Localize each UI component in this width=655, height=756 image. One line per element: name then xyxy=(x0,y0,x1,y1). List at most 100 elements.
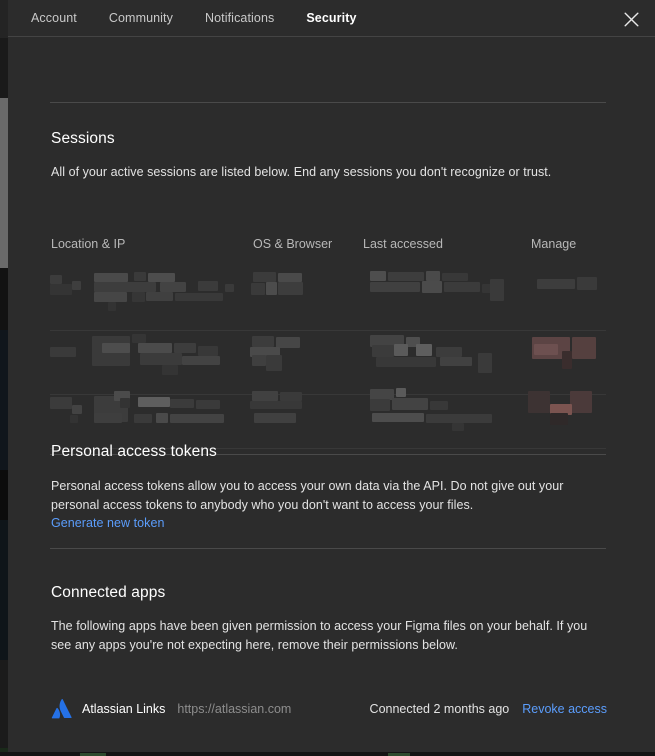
close-button[interactable] xyxy=(617,5,645,33)
redacted-os-browser xyxy=(278,282,303,295)
close-icon xyxy=(624,12,638,26)
redacted-os-browser xyxy=(252,391,278,401)
redacted-location-ip xyxy=(160,282,186,292)
redacted-location-ip xyxy=(225,284,234,292)
redacted-manage-action[interactable] xyxy=(562,351,572,369)
redacted-location-ip xyxy=(175,293,223,301)
redacted-location-ip xyxy=(182,356,220,365)
redacted-last-accessed xyxy=(370,282,420,292)
redacted-last-accessed xyxy=(452,423,464,431)
redacted-last-accessed xyxy=(370,271,386,281)
redacted-location-ip xyxy=(50,275,62,284)
generate-new-token-link[interactable]: Generate new token xyxy=(51,516,164,530)
connected-app-row: Atlassian Links https://atlassian.com Co… xyxy=(51,697,607,721)
redacted-location-ip xyxy=(132,292,145,302)
settings-content: Sessions All of your active sessions are… xyxy=(8,37,655,752)
redacted-os-browser xyxy=(266,282,277,295)
redacted-last-accessed xyxy=(370,399,390,411)
tab-community[interactable]: Community xyxy=(93,0,189,37)
redacted-manage-action[interactable] xyxy=(550,413,568,425)
redacted-last-accessed xyxy=(478,353,492,373)
redacted-location-ip xyxy=(72,281,81,290)
redacted-location-ip xyxy=(138,397,170,407)
redacted-manage-action[interactable] xyxy=(534,344,558,355)
settings-tab-bar: Account Community Notifications Security xyxy=(8,0,655,37)
redacted-location-ip xyxy=(94,292,127,302)
column-header-location-ip: Location & IP xyxy=(51,237,126,251)
redacted-location-ip xyxy=(140,353,182,365)
redacted-os-browser xyxy=(250,401,302,409)
connected-app-timestamp: Connected 2 months ago xyxy=(369,702,510,716)
redacted-os-browser xyxy=(253,272,276,282)
redacted-last-accessed xyxy=(396,388,406,397)
redacted-last-accessed xyxy=(426,414,492,423)
redacted-location-ip xyxy=(132,334,146,343)
redacted-location-ip xyxy=(196,400,220,409)
redacted-os-browser xyxy=(254,413,296,423)
redacted-manage-action[interactable] xyxy=(572,337,596,359)
redacted-location-ip xyxy=(134,272,146,281)
redacted-location-ip xyxy=(156,413,168,423)
connected-app-url: https://atlassian.com xyxy=(177,702,292,716)
tab-notifications[interactable]: Notifications xyxy=(189,0,290,37)
redacted-manage-action[interactable] xyxy=(577,277,597,290)
redacted-os-browser xyxy=(252,336,274,347)
redacted-location-ip xyxy=(134,414,152,423)
redacted-last-accessed xyxy=(444,282,480,292)
redacted-location-ip xyxy=(170,414,224,423)
redacted-last-accessed xyxy=(416,344,432,356)
redacted-location-ip xyxy=(138,343,172,353)
redacted-location-ip xyxy=(50,347,76,357)
tokens-description: Personal access tokens allow you to acce… xyxy=(51,479,564,512)
column-header-manage: Manage xyxy=(531,237,577,251)
settings-modal: Account Community Notifications Security… xyxy=(8,0,655,752)
redacted-os-browser xyxy=(252,355,266,366)
redacted-os-browser xyxy=(251,283,265,295)
redacted-location-ip xyxy=(148,273,175,282)
redacted-location-ip xyxy=(198,346,218,356)
redacted-last-accessed xyxy=(490,279,504,301)
redacted-location-ip xyxy=(120,398,130,408)
redacted-location-ip xyxy=(162,365,178,375)
redacted-location-ip xyxy=(170,399,194,408)
redacted-location-ip xyxy=(108,302,116,311)
redacted-last-accessed xyxy=(372,345,394,357)
divider-connected-apps xyxy=(50,548,606,549)
redacted-manage-action[interactable] xyxy=(537,279,575,289)
redacted-location-ip xyxy=(50,284,72,295)
redacted-location-ip xyxy=(94,282,156,292)
redacted-os-browser xyxy=(266,355,282,371)
column-header-os-browser: OS & Browser xyxy=(253,237,333,251)
sessions-title: Sessions xyxy=(51,130,115,147)
redacted-last-accessed xyxy=(430,401,448,410)
tab-security[interactable]: Security xyxy=(290,0,372,37)
redacted-location-ip xyxy=(70,415,78,423)
redacted-last-accessed xyxy=(392,398,428,410)
redacted-os-browser xyxy=(280,392,302,401)
sessions-table-header: Location & IP OS & Browser Last accessed… xyxy=(8,237,655,253)
redacted-location-ip xyxy=(72,405,82,414)
redacted-manage-action[interactable] xyxy=(570,391,592,413)
redacted-os-browser xyxy=(278,273,302,282)
redacted-location-ip xyxy=(146,292,173,301)
tokens-title: Personal access tokens xyxy=(51,443,217,460)
redacted-last-accessed xyxy=(376,357,436,367)
redacted-last-accessed xyxy=(436,347,462,357)
revoke-access-link[interactable]: Revoke access xyxy=(522,702,607,716)
tab-account[interactable]: Account xyxy=(15,0,93,37)
redacted-last-accessed xyxy=(372,413,424,422)
table-row[interactable] xyxy=(50,267,606,331)
redacted-location-ip xyxy=(94,413,122,423)
redacted-manage-action[interactable] xyxy=(528,391,550,413)
connected-apps-description: The following apps have been given permi… xyxy=(51,619,588,652)
table-row[interactable] xyxy=(50,385,606,449)
redacted-location-ip xyxy=(102,343,130,353)
redacted-last-accessed xyxy=(388,272,424,281)
connected-app-name: Atlassian Links xyxy=(82,702,166,716)
redacted-location-ip xyxy=(198,281,218,291)
redacted-last-accessed xyxy=(394,344,408,356)
column-header-last-accessed: Last accessed xyxy=(363,237,443,251)
atlassian-logo-icon xyxy=(51,699,72,719)
divider-top xyxy=(50,102,606,103)
tab-list: Account Community Notifications Security xyxy=(8,0,655,37)
